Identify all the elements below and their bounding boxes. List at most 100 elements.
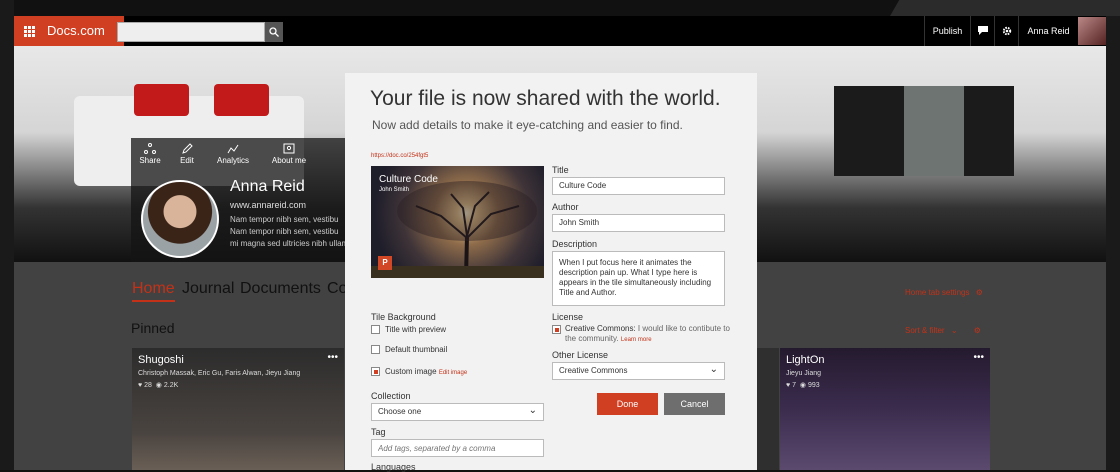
heart-icon: ♥ bbox=[138, 382, 143, 389]
author-label: Author bbox=[552, 202, 579, 212]
search-input[interactable] bbox=[117, 22, 265, 42]
brand-logo[interactable]: Docs.com bbox=[44, 16, 124, 46]
tile-authors: Christoph Massak, Eric Gu, Faris Alwan, … bbox=[138, 370, 301, 377]
publish-button[interactable]: Publish bbox=[924, 16, 970, 46]
more-options-icon[interactable]: ••• bbox=[327, 352, 338, 363]
gear-icon: ⚙ bbox=[975, 288, 983, 297]
cancel-button[interactable]: Cancel bbox=[664, 393, 725, 415]
page-frame-right bbox=[1106, 0, 1120, 470]
edit-label: Edit bbox=[180, 156, 194, 165]
tile-stats: ♥ 7 ◉ 993 bbox=[786, 381, 820, 389]
profile-url[interactable]: www.annareid.com bbox=[230, 200, 306, 210]
list-item[interactable]: LightOn Jieyu Jiang ♥ 7 ◉ 993 ••• bbox=[780, 348, 990, 470]
chevron-down-icon: ⌄ bbox=[528, 405, 537, 416]
collection-label: Collection bbox=[371, 391, 411, 401]
heart-icon: ♥ bbox=[786, 382, 791, 389]
profile-bio: Nam tempor nibh sem, vestibu Nam tempor … bbox=[230, 215, 349, 248]
profile-photo bbox=[141, 180, 219, 258]
default-thumbnail-label: Default thumbnail bbox=[385, 345, 448, 354]
title-field[interactable]: Culture Code bbox=[552, 177, 725, 195]
waffle-icon bbox=[23, 25, 35, 37]
tile-likes: 7 bbox=[792, 382, 797, 389]
tab-journal[interactable]: Journal bbox=[182, 280, 234, 298]
analytics-action[interactable]: Analytics bbox=[212, 143, 254, 165]
tile-likes: 28 bbox=[144, 382, 152, 389]
other-license-value: Creative Commons bbox=[559, 366, 628, 375]
gear-icon bbox=[1002, 26, 1011, 36]
about-me-action[interactable]: About me bbox=[267, 143, 311, 165]
collection-value: Choose one bbox=[378, 407, 422, 416]
eye-icon: ◉ bbox=[799, 382, 807, 389]
custom-image-checkbox[interactable] bbox=[371, 367, 380, 376]
top-bar: Docs.com Publish Anna Reid bbox=[14, 16, 1106, 46]
other-license-select[interactable]: Creative Commons ⌄ bbox=[552, 362, 725, 380]
chat-icon bbox=[977, 26, 988, 35]
title-with-preview-checkbox[interactable] bbox=[371, 325, 380, 334]
description-field[interactable]: When I put focus here it animates the de… bbox=[552, 251, 725, 306]
edit-action[interactable]: Edit bbox=[168, 143, 206, 165]
description-label: Description bbox=[552, 239, 598, 249]
creative-commons-checkbox[interactable] bbox=[552, 325, 561, 334]
page-frame-left bbox=[0, 0, 14, 470]
sort-filter-button[interactable]: Sort & filter ⌄ ⚙ bbox=[905, 326, 981, 335]
collection-select[interactable]: Choose one ⌄ bbox=[371, 403, 544, 421]
author-field[interactable]: John Smith bbox=[552, 214, 725, 232]
list-item[interactable] bbox=[757, 348, 779, 470]
tile-views: 2.2K bbox=[163, 382, 179, 389]
hero-pillow bbox=[134, 84, 189, 116]
tile-stats: ♥ 28 ◉ 2.2K bbox=[138, 381, 178, 389]
edit-image-link[interactable]: Edit image bbox=[439, 370, 467, 376]
search-icon bbox=[269, 27, 279, 37]
preview-title: Culture Code bbox=[379, 174, 438, 185]
user-name[interactable]: Anna Reid bbox=[1018, 16, 1078, 46]
other-license-label: Other License bbox=[552, 350, 609, 360]
dialog-subtitle: Now add details to make it eye-catching … bbox=[372, 118, 683, 132]
license-label: License bbox=[552, 312, 584, 322]
gear-icon: ⚙ bbox=[973, 326, 981, 335]
languages-label: Languages bbox=[371, 462, 416, 472]
avatar[interactable] bbox=[1078, 17, 1106, 45]
app-launcher-button[interactable] bbox=[14, 16, 44, 46]
topbar-decoration bbox=[890, 0, 1120, 16]
about-me-label: About me bbox=[271, 156, 307, 165]
creative-commons-strong: Creative Commons: bbox=[565, 324, 636, 333]
sort-filter-label: Sort & filter bbox=[905, 326, 945, 335]
home-tab-settings-label: Home tab settings bbox=[905, 288, 970, 297]
tab-documents[interactable]: Documents bbox=[240, 280, 321, 298]
chevron-down-icon: ⌄ bbox=[950, 326, 958, 335]
profile-name: Anna Reid bbox=[230, 178, 305, 195]
settings-button[interactable] bbox=[994, 16, 1018, 46]
more-options-icon[interactable]: ••• bbox=[973, 352, 984, 363]
tab-home[interactable]: Home bbox=[132, 280, 175, 302]
hero-cabinet-glass bbox=[904, 86, 964, 176]
eye-icon: ◉ bbox=[155, 382, 162, 389]
chat-button[interactable] bbox=[970, 16, 994, 46]
tile-title: LightOn bbox=[786, 354, 825, 366]
tile-views: 993 bbox=[807, 382, 820, 389]
learn-more-link[interactable]: Learn more bbox=[621, 337, 652, 343]
creative-commons-text: Creative Commons: I would like to contib… bbox=[565, 324, 735, 345]
custom-image-row: Custom image Edit image bbox=[385, 367, 467, 376]
tile-preview: Culture Code John Smith P bbox=[371, 166, 544, 278]
title-with-preview-label: Title with preview bbox=[385, 325, 447, 334]
search-button[interactable] bbox=[265, 22, 283, 42]
pencil-icon bbox=[182, 143, 193, 154]
default-thumbnail-checkbox[interactable] bbox=[371, 345, 380, 354]
custom-image-label: Custom image bbox=[385, 367, 437, 376]
tile-background-label: Tile Background bbox=[371, 312, 436, 322]
share-label: Share bbox=[139, 156, 161, 165]
tile-title: Shugoshi bbox=[138, 354, 184, 366]
tag-label: Tag bbox=[371, 427, 386, 437]
chevron-down-icon: ⌄ bbox=[709, 364, 718, 375]
person-card-icon bbox=[283, 143, 295, 154]
share-icon bbox=[144, 143, 156, 154]
tile-authors: Jieyu Jiang bbox=[786, 370, 822, 377]
title-label: Title bbox=[552, 165, 569, 175]
list-item[interactable]: Shugoshi Christoph Massak, Eric Gu, Fari… bbox=[132, 348, 344, 470]
powerpoint-icon: P bbox=[378, 256, 392, 270]
home-tab-settings-link[interactable]: Home tab settings ⚙ bbox=[905, 288, 983, 297]
share-url[interactable]: https://doc.co/254fgt5 bbox=[371, 153, 428, 159]
share-action[interactable]: Share bbox=[131, 143, 169, 165]
done-button[interactable]: Done bbox=[597, 393, 658, 415]
tag-input[interactable] bbox=[371, 439, 544, 457]
